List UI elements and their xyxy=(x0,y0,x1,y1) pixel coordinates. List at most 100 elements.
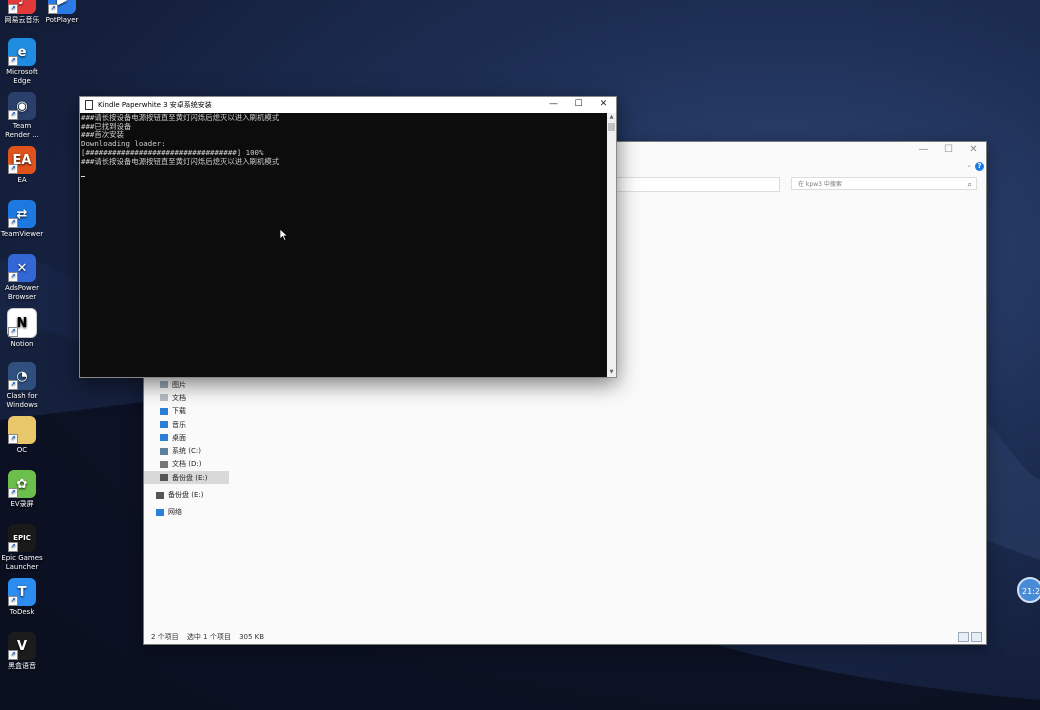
clock-time: 21:21 xyxy=(1022,587,1040,596)
console-line: ###请长按设备电源按钮直至黄灯闪烁后熄灭以进入刷机模式 xyxy=(81,113,280,122)
desktop-icon-label: 网易云音乐 xyxy=(4,16,40,24)
shortcut-arrow-icon: ↗ xyxy=(8,380,18,390)
text-cursor xyxy=(81,176,85,178)
console-line: ###已找到设备 xyxy=(81,121,132,131)
scroll-thumb[interactable] xyxy=(608,123,615,131)
shortcut-arrow-icon: ↗ xyxy=(48,4,58,14)
app-icon: EA ↗ xyxy=(8,146,36,174)
desktop-icon[interactable]: EPIC ↗ Epic Games Launcher xyxy=(0,524,44,572)
nav-item[interactable]: 系统 (C:) xyxy=(144,444,234,457)
navigation-pane: 图片 文档 下载音乐桌面系统 (C:) 文档 (D:) 备份盘 (E:) 备份盘 (E:)… xyxy=(144,378,234,519)
console-window[interactable]: Kindle Paperwhite 3 安卓系统安装 — ☐ ✕ ###请长按设… xyxy=(79,96,617,378)
nav-item[interactable]: 文档 xyxy=(144,391,234,404)
shortcut-arrow-icon: ↗ xyxy=(8,4,18,14)
desktop-icon-label: ToDesk xyxy=(9,608,35,616)
chevron-down-icon[interactable]: ⌄ xyxy=(966,161,972,169)
app-icon: ♪ ↗ xyxy=(8,0,36,14)
scroll-down-icon[interactable]: ▼ xyxy=(607,368,616,377)
app-icon: ⇄ ↗ xyxy=(8,200,36,228)
folder-icon xyxy=(160,434,168,442)
details-view-button[interactable] xyxy=(958,632,969,642)
shortcut-arrow-icon: ↗ xyxy=(8,272,18,282)
app-icon: ◉ ↗ xyxy=(8,92,36,120)
selected-size: 305 KB xyxy=(239,633,265,641)
folder-icon xyxy=(160,407,168,415)
nav-item-label: 桌面 xyxy=(172,433,186,442)
desktop-icon[interactable]: ↗ OC xyxy=(0,416,44,455)
address-bar[interactable] xyxy=(614,177,780,192)
desktop-icon-label: Epic Games Launcher xyxy=(1,554,43,571)
desktop-icon[interactable]: ⇄ ↗ TeamViewer xyxy=(0,200,44,239)
maximize-button[interactable]: ☐ xyxy=(936,142,961,160)
shortcut-arrow-icon: ↗ xyxy=(8,164,18,174)
desktop-icon-label: Clash for Windows xyxy=(6,392,38,409)
desktop-icon[interactable]: e ↗ Microsoft Edge xyxy=(0,38,44,86)
large-icons-view-button[interactable] xyxy=(971,632,982,642)
desktop-icon-label: EV录屏 xyxy=(10,500,34,508)
item-count: 2 个项目 xyxy=(151,633,179,641)
desktop-icon-label: OC xyxy=(16,446,28,454)
shortcut-arrow-icon: ↗ xyxy=(8,542,18,552)
desktop-icon-label: Team Render ... xyxy=(5,122,39,139)
desktop-icon-label: AdsPower Browser xyxy=(5,284,39,301)
nav-item[interactable]: 网络 xyxy=(144,506,234,519)
clock-widget[interactable]: 21:21 xyxy=(1017,577,1040,603)
nav-item-label: 备份盘 (E:) xyxy=(168,491,204,500)
shortcut-arrow-icon: ↗ xyxy=(8,110,18,120)
nav-item[interactable]: 下载 xyxy=(144,405,234,418)
nav-item[interactable]: 备份盘 (E:) xyxy=(144,488,234,501)
nav-item-label: 备份盘 (E:) xyxy=(172,473,208,482)
app-icon: ✿ ↗ xyxy=(8,470,36,498)
nav-item[interactable]: 备份盘 (E:) xyxy=(144,471,229,485)
app-icon: V ↗ xyxy=(8,632,36,660)
desktop-icon[interactable]: EA ↗ EA xyxy=(0,146,44,185)
vertical-scrollbar[interactable]: ▲ ▼ xyxy=(607,113,616,377)
desktop-icon[interactable]: V ↗ 黑盒语音 xyxy=(0,632,44,671)
desktop-icon[interactable]: ✿ ↗ EV录屏 xyxy=(0,470,44,509)
help-icon[interactable]: ? xyxy=(975,162,984,171)
desktop-icon-label: Microsoft Edge xyxy=(6,68,38,85)
folder-icon xyxy=(156,491,164,499)
shortcut-arrow-icon: ↗ xyxy=(8,434,18,444)
desktop-icon[interactable]: ✕ ↗ AdsPower Browser xyxy=(0,254,44,302)
scroll-up-icon[interactable]: ▲ xyxy=(607,113,616,122)
desktop-icon[interactable]: ◉ ↗ Team Render ... xyxy=(0,92,44,140)
selected-count: 选中 1 个项目 xyxy=(186,633,231,641)
desktop-icon[interactable]: N ↗ Notion xyxy=(0,308,44,349)
shortcut-arrow-icon: ↗ xyxy=(8,218,18,228)
nav-item-label: 音乐 xyxy=(172,420,186,429)
maximize-button[interactable]: ☐ xyxy=(566,97,591,113)
desktop-icon[interactable]: T ↗ ToDesk xyxy=(0,578,44,617)
mouse-cursor-icon xyxy=(280,229,288,241)
explorer-caption-buttons: — ☐ ✕ xyxy=(911,142,986,160)
folder-icon xyxy=(160,394,168,402)
minimize-button[interactable]: — xyxy=(541,97,566,113)
folder-icon xyxy=(156,508,164,516)
app-icon: N ↗ xyxy=(7,308,37,338)
desktop-icon[interactable]: ◔ ↗ Clash for Windows xyxy=(0,362,44,410)
search-input[interactable]: 在 kpw3 中搜索 ⌕ xyxy=(791,177,977,190)
console-output[interactable]: ###请长按设备电源按钮直至黄灯闪烁后熄灭以进入刷机模式 ###已找到设备 ###首… xyxy=(80,113,607,377)
close-button[interactable]: ✕ xyxy=(591,97,616,113)
app-icon: ↗ xyxy=(8,416,36,444)
close-button[interactable]: ✕ xyxy=(961,142,986,160)
console-titlebar[interactable]: Kindle Paperwhite 3 安卓系统安装 — ☐ ✕ xyxy=(80,97,616,113)
desktop-icon[interactable]: ▶ ↗ PotPlayer xyxy=(40,0,84,25)
nav-item[interactable]: 桌面 xyxy=(144,431,234,444)
nav-item[interactable]: 文档 (D:) xyxy=(144,458,234,471)
console-caption-buttons: — ☐ ✕ xyxy=(541,97,616,113)
app-icon: ✕ ↗ xyxy=(8,254,36,282)
nav-item[interactable]: 图片 xyxy=(144,378,234,391)
desktop-icon-label: PotPlayer xyxy=(45,16,79,24)
folder-icon xyxy=(160,447,168,455)
folder-icon xyxy=(160,381,168,389)
app-icon xyxy=(85,100,93,110)
shortcut-arrow-icon: ↗ xyxy=(8,56,18,66)
app-icon: e ↗ xyxy=(8,38,36,66)
shortcut-arrow-icon: ↗ xyxy=(8,596,18,606)
nav-item[interactable]: 音乐 xyxy=(144,418,234,431)
desktop-icon-label: TeamViewer xyxy=(0,230,44,238)
minimize-button[interactable]: — xyxy=(911,142,936,160)
desktop-icon[interactable]: ♪ ↗ 网易云音乐 xyxy=(0,0,44,25)
search-placeholder: 在 kpw3 中搜索 xyxy=(798,181,842,188)
